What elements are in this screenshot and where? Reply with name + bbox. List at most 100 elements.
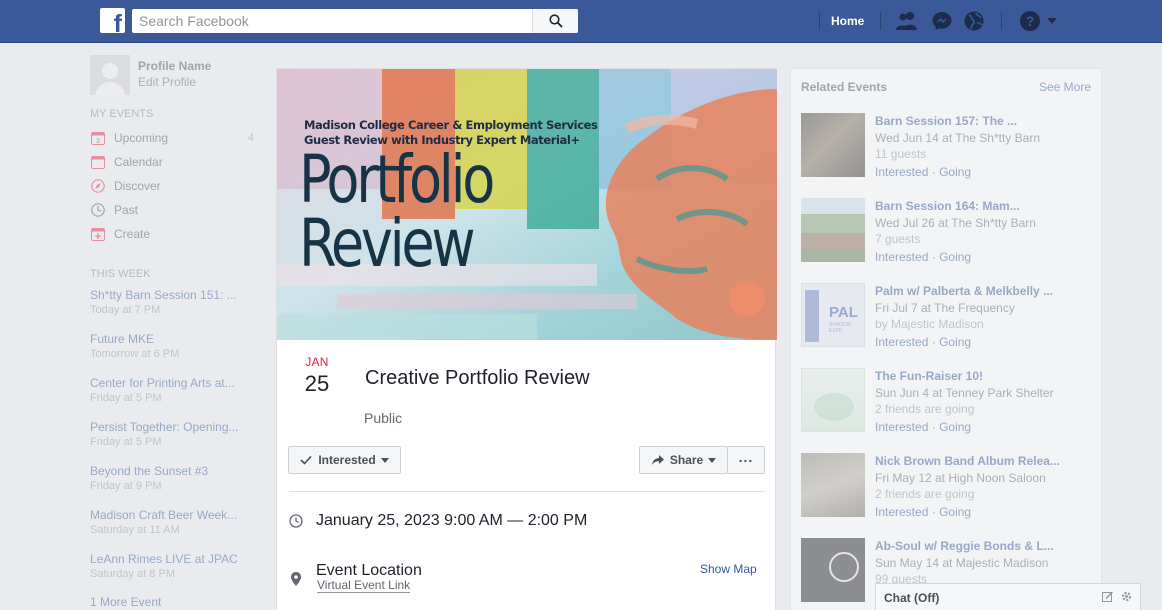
list-item[interactable]: Sh*tty Barn Session 151: ... Today at 7 … [90,287,258,331]
search-input[interactable] [132,9,532,33]
week-event-title[interactable]: Beyond the Sunset #3 [90,463,248,479]
facebook-logo-icon[interactable]: f [100,8,125,33]
list-item[interactable]: Persist Together: Opening... Friday at 5… [90,419,258,463]
share-button[interactable]: Share [639,446,728,474]
list-item[interactable]: Nick Brown Band Album Relea... Fri May 1… [801,453,1093,537]
event-time-row: January 25, 2023 9:00 AM — 2:00 PM [289,512,587,530]
related-event-title[interactable]: Ab-Soul w/ Reggie Bonds & L... [875,539,1071,553]
going-link[interactable]: Going [939,505,971,519]
virtual-event-link[interactable]: Virtual Event Link [317,578,411,593]
list-item[interactable]: PAL SHADOW EXPE Palm w/ Palberta & Melkb… [801,283,1093,367]
sidebar-item-discover[interactable]: Discover [90,174,258,198]
top-bar: f Home ? [0,0,1162,43]
week-event-title[interactable]: Future MKE [90,331,248,347]
search-icon [548,14,563,28]
compose-icon[interactable] [1102,591,1114,603]
list-item[interactable]: Center for Printing Arts at... Friday at… [90,375,258,419]
more-events-link[interactable]: 1 More Event [90,595,258,609]
compass-icon [90,178,106,194]
event-thumbnail[interactable] [801,198,865,262]
event-privacy: Public [364,410,403,426]
help-icon[interactable]: ? [1018,10,1042,32]
event-thumbnail[interactable] [801,113,865,177]
sidebar-item-upcoming[interactable]: 3 Upcoming 4 [90,126,258,150]
plus-calendar-icon [90,226,106,242]
event-title: Creative Portfolio Review [365,367,590,389]
sidebar-item-label: Discover [114,179,161,193]
related-event-title[interactable]: Palm w/ Palberta & Melkbelly ... [875,284,1071,298]
event-thumbnail[interactable] [801,453,865,517]
interested-link[interactable]: Interested [875,420,928,434]
see-more-link[interactable]: See More [1039,80,1091,94]
home-link[interactable]: Home [831,14,864,28]
week-event-title[interactable]: Madison Craft Beer Week... [90,507,248,523]
profile-name[interactable]: Profile Name [138,59,211,73]
interested-link[interactable]: Interested [875,335,928,349]
list-item[interactable]: Madison Craft Beer Week... Saturday at 1… [90,507,258,551]
week-event-time: Saturday at 11 AM [90,524,180,536]
list-item[interactable]: The Fun-Raiser 10! Sun Jun 4 at Tenney P… [801,368,1093,452]
week-event-time: Saturday at 8 PM [90,568,175,580]
interested-link[interactable]: Interested [875,165,928,179]
week-event-title[interactable]: Sh*tty Barn Session 151: ... [90,287,248,303]
search-button[interactable] [532,9,578,33]
event-thumbnail[interactable] [801,368,865,432]
week-event-title[interactable]: Center for Printing Arts at... [90,375,248,391]
gear-icon[interactable] [1120,590,1133,603]
edit-profile-link[interactable]: Edit Profile [138,75,196,89]
related-event-actions: Interested · Going [875,165,971,179]
related-event-title[interactable]: Barn Session 157: The ... [875,114,1071,128]
show-map-link[interactable]: Show Map [700,562,757,576]
event-thumbnail[interactable] [801,538,865,602]
week-event-title[interactable]: LeAnn Rimes LIVE at JPAC [90,551,248,567]
separator: · [931,420,936,434]
going-link[interactable]: Going [939,335,971,349]
week-event-time: Friday at 5 PM [90,436,162,448]
sidebar-item-create[interactable]: Create [90,222,258,246]
friends-icon[interactable] [895,10,919,32]
related-event-title[interactable]: Nick Brown Band Album Relea... [875,454,1071,468]
going-link[interactable]: Going [939,165,971,179]
my-events-heading: MY EVENTS [90,108,154,120]
more-options-button[interactable]: ... [727,446,765,474]
caret-down-icon [380,457,389,463]
sidebar-item-calendar[interactable]: Calendar [90,150,258,174]
list-item[interactable]: Beyond the Sunset #3 Friday at 9 PM [90,463,258,507]
list-item[interactable]: LeAnn Rimes LIVE at JPAC Saturday at 8 P… [90,551,258,595]
interested-button[interactable]: Interested [288,446,401,474]
svg-text:?: ? [1026,13,1035,29]
globe-icon[interactable] [962,10,986,32]
going-link[interactable]: Going [939,250,971,264]
related-event-when: Sun Jun 4 at Tenney Park Shelter [875,386,1054,400]
search-box [132,9,578,33]
list-item[interactable]: Future MKE Tomorrow at 6 PM [90,331,258,375]
event-card: Madison College Career & Employment Serv… [276,68,777,610]
related-events-heading: Related Events [801,80,888,94]
event-cover-photo[interactable]: Madison College Career & Employment Serv… [277,69,777,340]
week-event-time: Today at 7 PM [90,304,161,316]
sidebar-item-past[interactable]: Past [90,198,258,222]
profile-header[interactable]: Profile Name Edit Profile [90,52,258,98]
thumbnail-subtext: SHADOW EXPE [829,322,852,334]
related-event-actions: Interested · Going [875,250,971,264]
list-item[interactable]: Barn Session 164: Mam... Wed Jul 26 at T… [801,198,1093,282]
related-event-when: Fri Jul 7 at The Frequency [875,301,1015,315]
event-thumbnail[interactable]: PAL SHADOW EXPE [801,283,865,347]
going-link[interactable]: Going [939,420,971,434]
related-event-title[interactable]: Barn Session 164: Mam... [875,199,1071,213]
week-event-title[interactable]: Persist Together: Opening... [90,419,248,435]
more-options-icon: ... [738,449,754,465]
related-event-title[interactable]: The Fun-Raiser 10! [875,369,1071,383]
logo-letter: f [113,10,122,34]
interested-link[interactable]: Interested [875,250,928,264]
interested-link[interactable]: Interested [875,505,928,519]
related-event-actions: Interested · Going [875,335,971,349]
sidebar-item-label: Past [114,203,139,217]
chat-bar[interactable]: Chat (Off) [875,583,1141,610]
week-event-time: Friday at 5 PM [90,392,162,404]
avatar[interactable] [90,55,130,95]
caret-down-icon[interactable] [1044,10,1060,32]
messenger-icon[interactable] [930,10,954,32]
related-event-when: Wed Jun 14 at The Sh*tty Barn [875,131,1040,145]
list-item[interactable]: Barn Session 157: The ... Wed Jun 14 at … [801,113,1093,197]
